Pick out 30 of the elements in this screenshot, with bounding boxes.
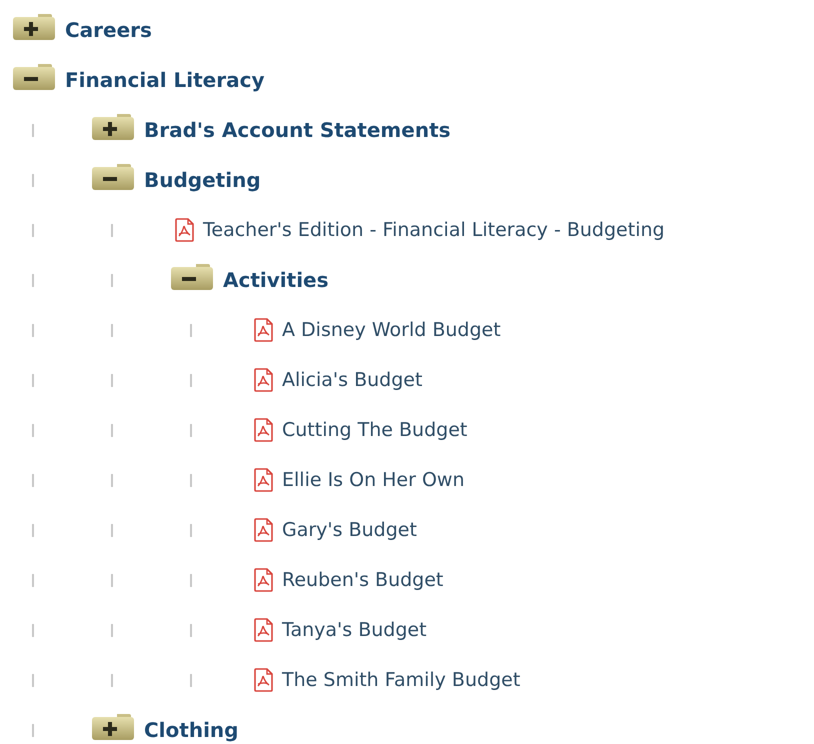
folder-minus-icon[interactable]: [12, 63, 56, 91]
folder-link[interactable]: Activities: [223, 265, 329, 295]
folder-link[interactable]: Financial Literacy: [65, 65, 264, 95]
folder-minus-icon[interactable]: [170, 263, 214, 291]
folder-minus-icon[interactable]: [91, 163, 135, 191]
pdf-file-icon: [254, 668, 274, 692]
folder-plus-icon[interactable]: [12, 13, 56, 41]
file-link[interactable]: Gary's Budget: [282, 516, 417, 544]
file-link[interactable]: Reuben's Budget: [282, 566, 444, 594]
file-link[interactable]: A Disney World Budget: [282, 316, 501, 344]
folder-link[interactable]: Careers: [65, 15, 152, 45]
file-link[interactable]: Ellie Is On Her Own: [282, 466, 465, 494]
pdf-file-icon: [254, 468, 274, 492]
file-link[interactable]: Teacher's Edition - Financial Literacy - Budgeting: [203, 216, 665, 244]
folder-link[interactable]: Clothing: [144, 715, 238, 744]
pdf-file-icon: [254, 568, 274, 592]
pdf-file-icon: [254, 618, 274, 642]
folder-plus-icon[interactable]: [91, 113, 135, 141]
file-link[interactable]: Cutting The Budget: [282, 416, 468, 444]
pdf-file-icon: [254, 368, 274, 392]
folder-plus-icon[interactable]: [91, 713, 135, 741]
pdf-file-icon: [254, 418, 274, 442]
pdf-file-icon: [254, 318, 274, 342]
file-link[interactable]: Tanya's Budget: [282, 616, 427, 644]
pdf-file-icon: [175, 218, 195, 242]
file-link[interactable]: Alicia's Budget: [282, 366, 422, 394]
pdf-file-icon: [254, 518, 274, 542]
file-link[interactable]: The Smith Family Budget: [282, 666, 520, 694]
folder-link[interactable]: Brad's Account Statements: [144, 115, 451, 145]
folder-link[interactable]: Budgeting: [144, 165, 261, 195]
